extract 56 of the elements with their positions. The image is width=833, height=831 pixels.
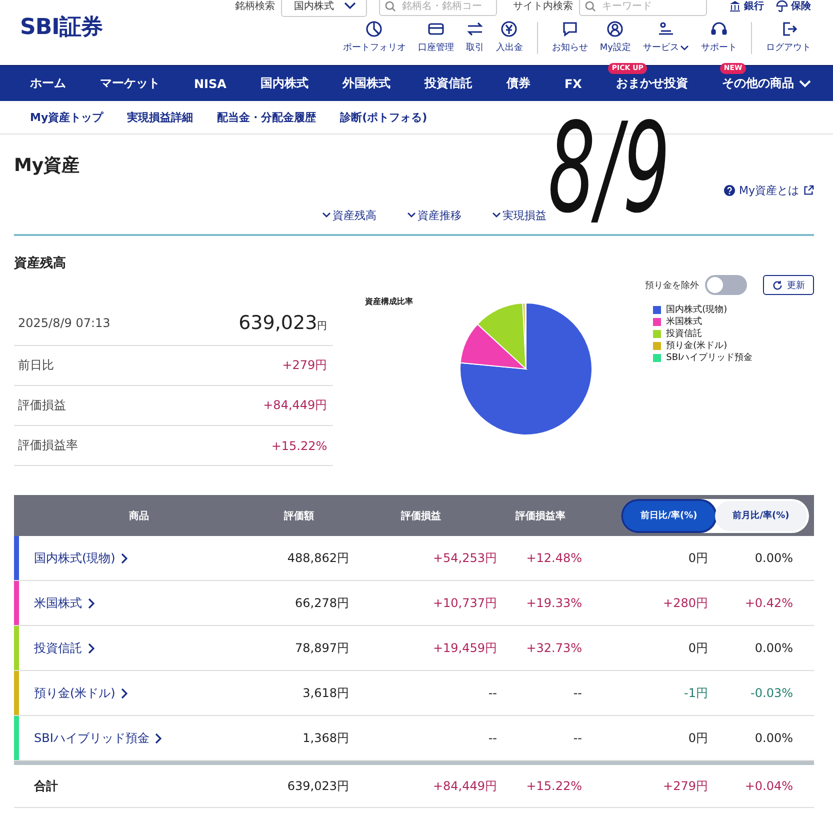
- handwritten-note: 8/9: [548, 107, 672, 231]
- value-cell-text: 78,897円: [294, 640, 349, 656]
- change-cell-text: -1円: [683, 684, 708, 702]
- gain-rate-cell-text: --: [572, 731, 582, 745]
- value-cell-text: 488,862円: [286, 550, 349, 566]
- gain-cell-text: +19,459円: [432, 640, 497, 656]
- page-title: My資産: [14, 154, 80, 178]
- yen-unit: 円: [317, 320, 328, 333]
- search-label: 銘柄検索: [235, 0, 275, 13]
- chart-title: 資産構成比率: [365, 296, 414, 307]
- value-cell-text: 66,278円: [294, 594, 349, 612]
- gain-cell-text: +10,737円: [432, 594, 497, 612]
- change-rate-cell-text: 0.00%: [754, 731, 793, 745]
- gain-rate-cell-text: --: [572, 686, 582, 700]
- legend-label: SBIハイブリッド預金: [666, 352, 753, 364]
- legend-label: 投資信託: [666, 328, 702, 340]
- summary-label: 前日比: [18, 357, 54, 374]
- summary-value: +15.22%: [271, 438, 328, 452]
- column-header: 商品: [128, 509, 150, 522]
- column-header: 評価額: [282, 510, 315, 522]
- gain-rate-cell-text: +12.48%: [525, 551, 582, 565]
- gain-cell-text: +54,253円: [432, 550, 497, 566]
- change-rate-cell-text: +0.42%: [744, 596, 793, 610]
- toggle-label: 預り金を除外: [645, 280, 699, 292]
- legend-label: 預り金(米ドル): [666, 340, 728, 352]
- value-cell-text: 1,368円: [302, 730, 349, 746]
- column-header: 評価損益: [400, 510, 442, 522]
- legend-label: 米国株式: [666, 316, 702, 328]
- summary-value: +84,449円: [263, 397, 328, 414]
- total-value: 639,023: [238, 312, 318, 334]
- change-cell-text: 0円: [687, 640, 708, 656]
- section-title: 資産残高: [14, 254, 66, 272]
- column-header: 評価損益率: [514, 509, 566, 522]
- summary-label: 評価損益率: [18, 437, 78, 454]
- change-rate-cell-text: -0.03%: [750, 686, 793, 700]
- gain-rate-cell-text: +19.33%: [525, 596, 582, 610]
- change-rate-cell-text: +0.04%: [744, 779, 793, 793]
- value-cell-text: 639,023円: [286, 778, 349, 794]
- value-cell-text: 3,618円: [302, 684, 349, 702]
- change-cell-text: 0円: [687, 550, 708, 566]
- gain-cell-text: +84,449円: [432, 778, 497, 794]
- change-cell-text: 0円: [687, 730, 708, 746]
- change-cell-text: +280円: [662, 594, 708, 612]
- gain-cell-text: --: [487, 686, 497, 700]
- legend-label: 国内株式(現物): [666, 304, 728, 316]
- gain-cell-text: --: [487, 731, 497, 745]
- change-rate-cell-text: 0.00%: [754, 641, 793, 655]
- summary-value: +279円: [282, 357, 328, 374]
- gain-rate-cell-text: +15.22%: [525, 779, 582, 793]
- change-rate-cell-text: 0.00%: [754, 551, 793, 565]
- summary-label: 評価損益: [18, 397, 66, 414]
- change-cell-text: +279円: [662, 778, 708, 794]
- site-search-label: サイト内検索: [513, 0, 573, 13]
- timestamp: 2025/8/9 07:13: [18, 316, 110, 330]
- gain-rate-cell-text: +32.73%: [525, 641, 582, 655]
- total-label: 合計: [34, 778, 58, 794]
